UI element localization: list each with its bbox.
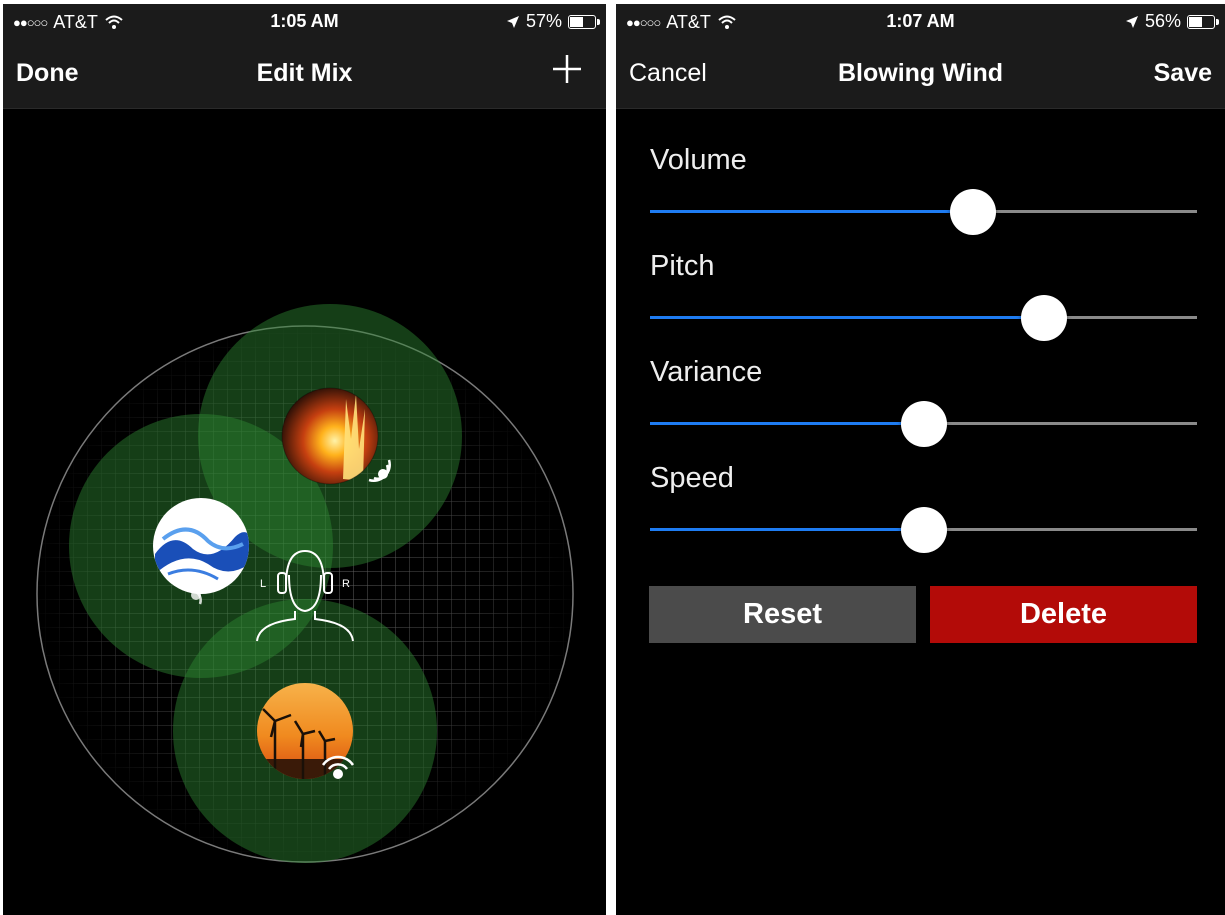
edit-mix-screen: ●●○○○ AT&T 1:05 AM 57% Done Edit Mix L R — [3, 4, 606, 915]
left-channel-label: L — [260, 578, 266, 590]
battery-icon — [1187, 14, 1219, 29]
sound-space-mixer[interactable]: L R — [3, 109, 606, 915]
volume-slider-thumb[interactable] — [949, 188, 996, 235]
variance-slider[interactable] — [650, 400, 1197, 447]
water-sound-image[interactable] — [153, 498, 249, 594]
nav-bar: Done Edit Mix — [3, 40, 606, 109]
right-channel-label: R — [342, 578, 350, 590]
delete-button[interactable]: Delete — [930, 586, 1197, 643]
nav-bar: Cancel Blowing Wind Save — [616, 40, 1225, 109]
volume-slider[interactable] — [650, 188, 1197, 235]
page-title: Blowing Wind — [837, 59, 1003, 87]
speed-slider[interactable] — [650, 506, 1197, 553]
pitch-slider-fill — [650, 316, 1044, 319]
status-bar: ●●○○○ AT&T 1:07 AM 56% — [616, 4, 1225, 40]
volume-slider-fill — [650, 210, 973, 213]
pitch-slider[interactable] — [650, 294, 1197, 341]
pitch-label: Pitch — [650, 250, 715, 282]
location-arrow-icon — [506, 15, 519, 28]
speed-slider-fill — [650, 528, 924, 531]
variance-slider-fill — [650, 422, 924, 425]
location-arrow-icon — [1125, 15, 1138, 28]
variance-slider-thumb[interactable] — [900, 400, 947, 447]
speed-label: Speed — [650, 462, 734, 494]
sound-settings-screen: ●●○○○ AT&T 1:07 AM 56% Cancel Blowing Wi… — [616, 4, 1225, 915]
plus-icon[interactable] — [550, 52, 584, 86]
fire-sound-image[interactable] — [281, 387, 379, 485]
save-button[interactable]: Save — [1154, 59, 1212, 88]
page-title: Edit Mix — [256, 59, 353, 87]
battery-percent: 57% — [525, 11, 562, 31]
pitch-slider-thumb[interactable] — [1020, 294, 1067, 341]
speed-slider-thumb[interactable] — [900, 506, 947, 553]
volume-label: Volume — [650, 144, 747, 176]
reset-button[interactable]: Reset — [649, 586, 916, 643]
battery-percent: 56% — [1144, 11, 1181, 31]
battery-icon — [568, 14, 600, 29]
status-bar: ●●○○○ AT&T 1:05 AM 57% — [3, 4, 606, 40]
variance-label: Variance — [650, 356, 763, 388]
